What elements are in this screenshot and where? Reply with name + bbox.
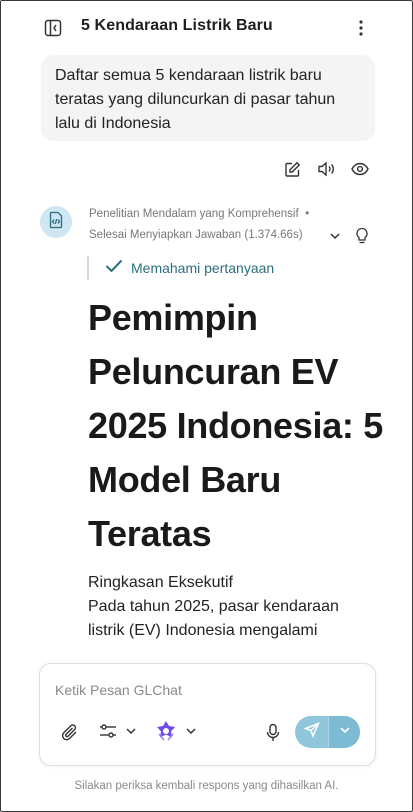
disclaimer: Silakan periksa kembali respons yang dih… [74,780,339,792]
reasoning-step: Memahami pertanyaan [87,256,274,280]
lightbulb-icon[interactable] [355,227,371,245]
chevron-down-icon [185,724,197,742]
message-composer [39,663,376,766]
chevron-down-icon[interactable] [328,229,342,243]
microphone-icon[interactable] [263,722,283,744]
response-headline: Pemimpin Peluncuran EV 2025 Indonesia: 5… [88,297,384,554]
separator-dot: • [298,208,310,220]
summary-heading: Ringkasan Eksekutif [88,574,233,591]
check-icon [105,259,123,278]
message-input[interactable] [55,682,355,698]
send-button-group [295,716,360,748]
send-button[interactable] [295,716,328,748]
send-icon [302,721,320,743]
send-options-button[interactable] [328,716,360,748]
summary-text: Pada tahun 2025, pasar kendaraan listrik… [88,598,339,639]
model-selector[interactable] [153,720,199,747]
status-line: Selesai Menyiapkan Jawaban (1.374.66s) [89,229,303,241]
code-document-icon [48,211,64,234]
edit-icon[interactable] [282,159,302,179]
more-vertical-icon[interactable] [352,17,370,39]
assistant-avatar [40,206,72,238]
chat-screen: 5 Kendaraan Listrik Baru Daftar semua 5 … [0,0,413,812]
eye-icon[interactable] [350,159,370,179]
step-label: Memahami pertanyaan [131,260,275,276]
chevron-down-icon [125,724,137,742]
research-mode-label: Penelitian Mendalam yang Komprehensif • [89,208,310,220]
tools-selector[interactable] [96,722,140,744]
chevron-down-icon [339,723,351,741]
top-bar: 5 Kendaraan Listrik Baru [1,1,412,57]
duration-text: (1.374.66s) [244,229,303,241]
response-body: Ringkasan Eksekutif Pada tahun 2025, pas… [88,571,368,643]
collapse-sidebar-icon[interactable] [43,18,63,38]
sliders-icon [99,723,117,744]
speaker-icon[interactable] [316,159,336,179]
user-message: Daftar semua 5 kendaraan listrik baru te… [41,55,375,141]
model-logo-icon [155,720,177,747]
message-actions [282,159,370,179]
status-text: Selesai Menyiapkan Jawaban [89,229,242,241]
page-title: 5 Kendaraan Listrik Baru [81,17,273,34]
paperclip-icon[interactable] [59,722,81,744]
